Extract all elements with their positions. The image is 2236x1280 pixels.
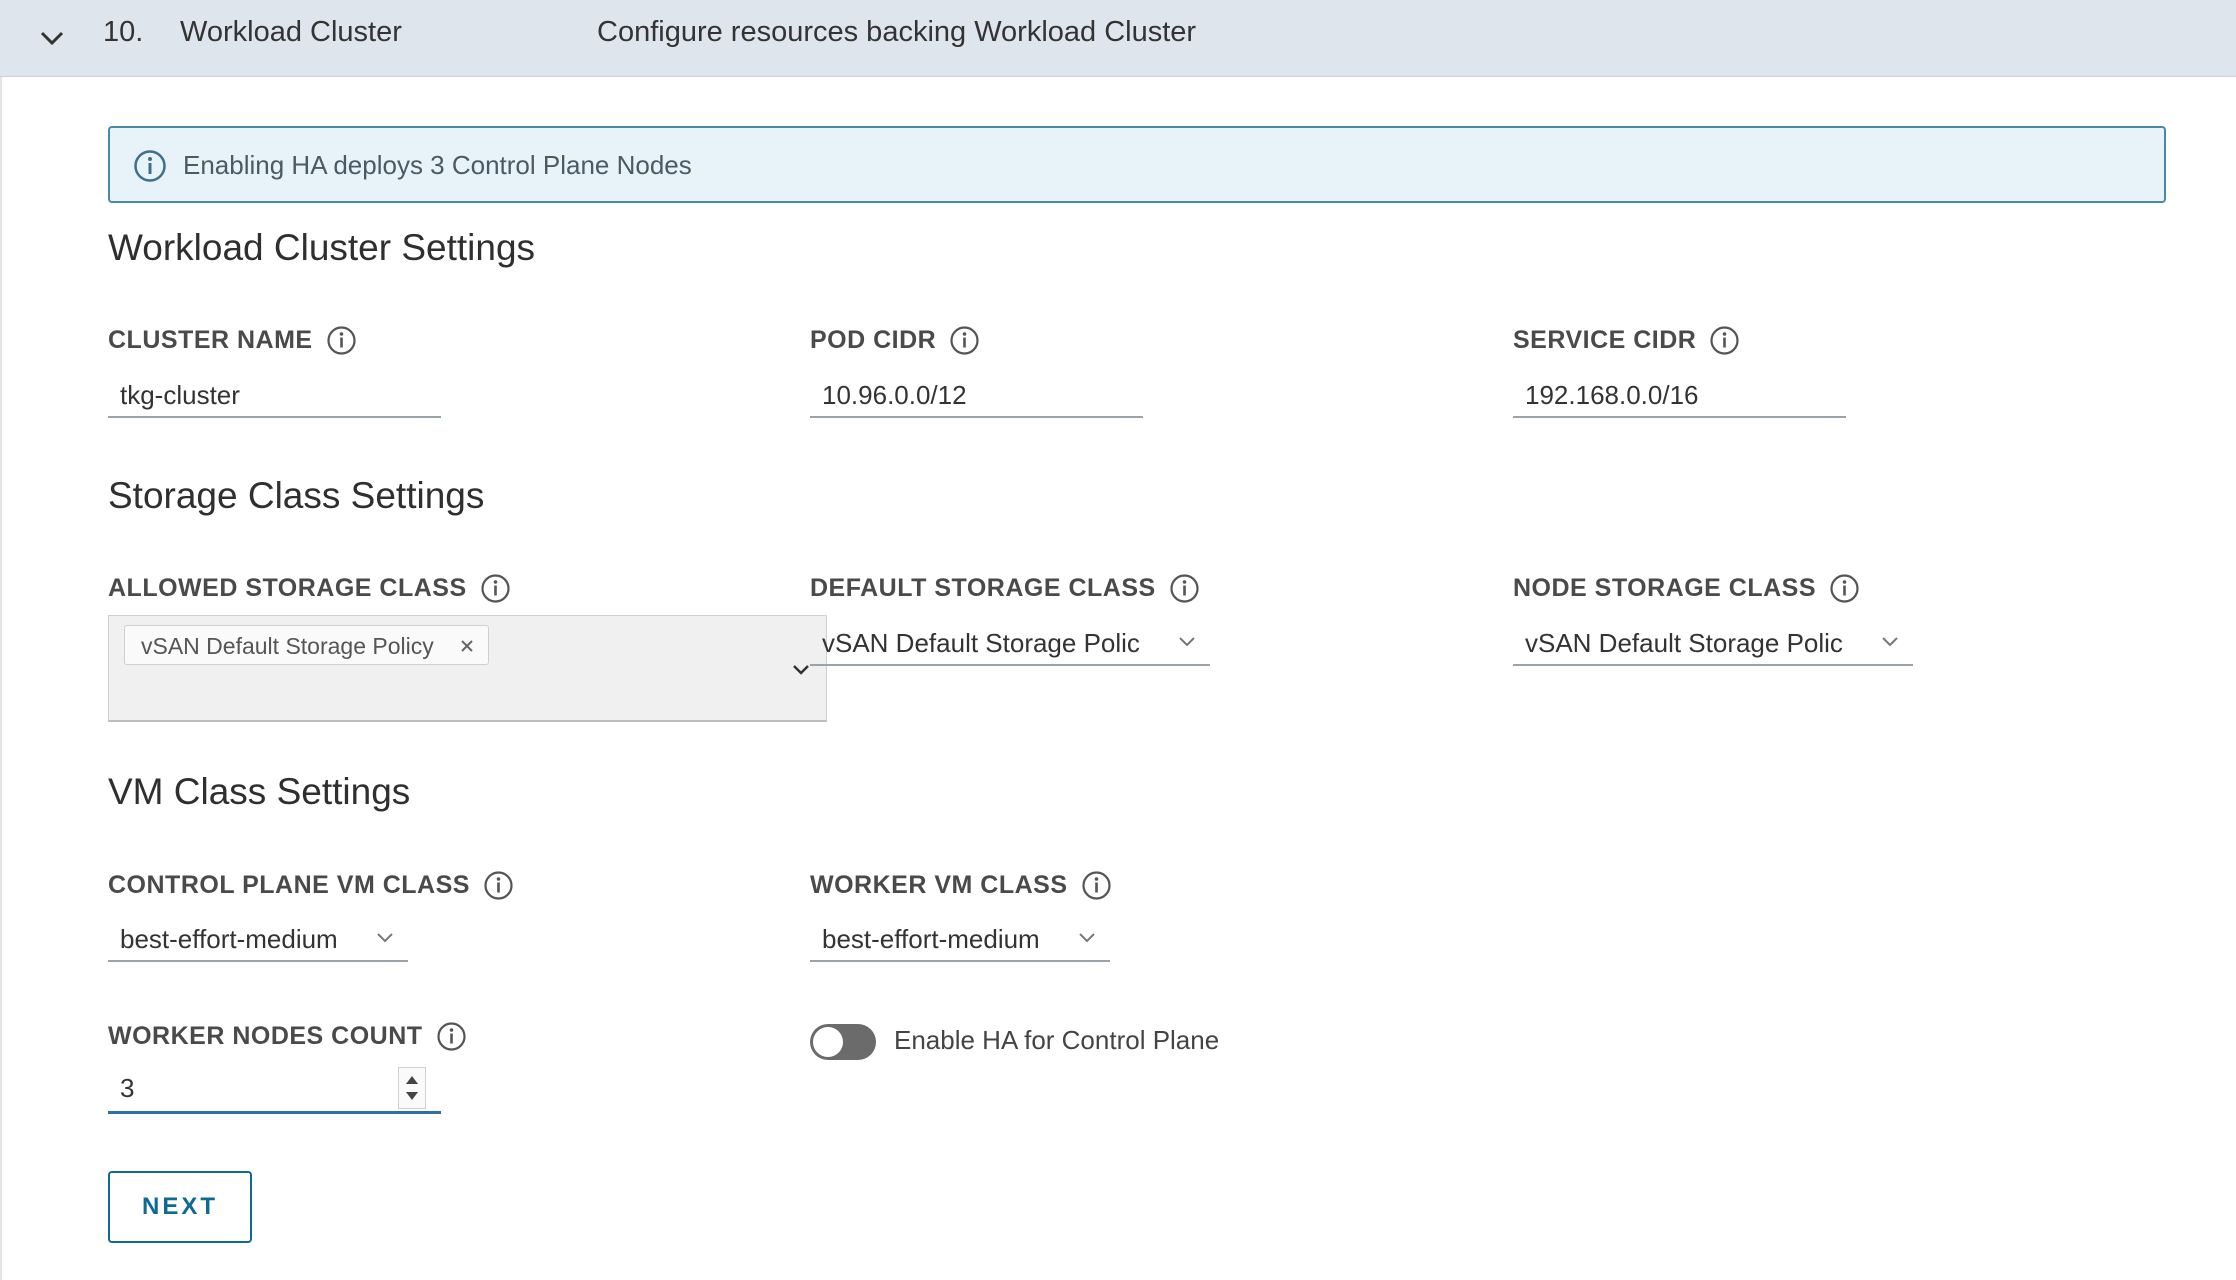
info-tooltip-icon[interactable] — [949, 325, 980, 356]
cluster-name-label: CLUSTER NAME — [108, 325, 357, 356]
allowed-storage-label-text: ALLOWED STORAGE CLASS — [108, 574, 467, 602]
default-storage-select[interactable]: vSAN Default Storage Polic — [810, 620, 1210, 666]
control-plane-vm-value: best-effort-medium — [120, 924, 338, 954]
pod-cidr-input[interactable]: 10.96.0.0/12 — [810, 372, 1143, 418]
storage-chip: vSAN Default Storage Policy — [124, 625, 489, 665]
worker-nodes-label: WORKER NODES COUNT — [108, 1021, 467, 1052]
worker-nodes-label-text: WORKER NODES COUNT — [108, 1022, 423, 1050]
info-tooltip-icon[interactable] — [1709, 325, 1740, 356]
info-tooltip-icon[interactable] — [483, 870, 514, 901]
info-tooltip-icon[interactable] — [1081, 870, 1112, 901]
step-number: 10. — [103, 16, 144, 48]
ha-toggle-switch[interactable] — [810, 1024, 876, 1060]
toggle-knob — [813, 1027, 843, 1057]
step-header[interactable]: 10. Workload Cluster Configure resources… — [0, 0, 2236, 77]
info-tooltip-icon[interactable] — [480, 573, 511, 604]
chevron-down-icon[interactable] — [792, 664, 810, 676]
alert-message: Enabling HA deploys 3 Control Plane Node… — [183, 150, 692, 180]
step-description: Configure resources backing Workload Clu… — [597, 16, 1197, 48]
control-plane-vm-select[interactable]: best-effort-medium — [108, 916, 408, 962]
pod-cidr-value: 10.96.0.0/12 — [822, 380, 967, 410]
info-tooltip-icon[interactable] — [436, 1021, 467, 1052]
cluster-name-input[interactable]: tkg-cluster — [108, 372, 441, 418]
worker-nodes-value: 3 — [120, 1073, 135, 1103]
info-icon — [134, 150, 166, 182]
chevron-down-icon — [1079, 933, 1095, 943]
info-tooltip-icon[interactable] — [1169, 573, 1200, 604]
default-storage-label: DEFAULT STORAGE CLASS — [810, 573, 1200, 604]
chevron-down-icon — [377, 933, 393, 943]
node-storage-value: vSAN Default Storage Polic — [1525, 628, 1843, 658]
chevron-down-icon[interactable] — [38, 26, 66, 50]
spinner-arrows-icon[interactable] — [398, 1067, 426, 1109]
storage-chip-label: vSAN Default Storage Policy — [141, 633, 434, 659]
storage-settings-title: Storage Class Settings — [108, 475, 485, 516]
cluster-settings-title: Workload Cluster Settings — [108, 227, 536, 268]
close-icon[interactable] — [460, 639, 474, 653]
chevron-down-icon — [1179, 637, 1195, 647]
worker-vm-value: best-effort-medium — [822, 924, 1040, 954]
vm-settings-title: VM Class Settings — [108, 771, 411, 812]
left-divider — [0, 77, 2, 1280]
control-plane-vm-label: CONTROL PLANE VM CLASS — [108, 870, 514, 901]
next-button[interactable]: NEXT — [108, 1171, 252, 1243]
service-cidr-input[interactable]: 192.168.0.0/16 — [1513, 372, 1846, 418]
chevron-down-icon — [1882, 637, 1898, 647]
pod-cidr-label-text: POD CIDR — [810, 326, 937, 354]
allowed-storage-multiselect[interactable]: vSAN Default Storage Policy — [108, 615, 827, 722]
cluster-name-label-text: CLUSTER NAME — [108, 326, 313, 354]
control-plane-vm-label-text: CONTROL PLANE VM CLASS — [108, 871, 470, 899]
node-storage-label-text: NODE STORAGE CLASS — [1513, 574, 1817, 602]
step-title: Workload Cluster — [180, 16, 402, 48]
service-cidr-label-text: SERVICE CIDR — [1513, 326, 1697, 354]
info-alert: Enabling HA deploys 3 Control Plane Node… — [108, 126, 2166, 203]
default-storage-label-text: DEFAULT STORAGE CLASS — [810, 574, 1156, 602]
service-cidr-value: 192.168.0.0/16 — [1525, 380, 1699, 410]
worker-nodes-stepper[interactable]: 3 — [108, 1063, 441, 1114]
worker-vm-label-text: WORKER VM CLASS — [810, 871, 1068, 899]
service-cidr-label: SERVICE CIDR — [1513, 325, 1740, 356]
info-tooltip-icon[interactable] — [1829, 573, 1860, 604]
cluster-name-value: tkg-cluster — [120, 380, 240, 410]
info-tooltip-icon[interactable] — [326, 325, 357, 356]
default-storage-value: vSAN Default Storage Polic — [822, 628, 1140, 658]
worker-vm-select[interactable]: best-effort-medium — [810, 916, 1110, 962]
ha-toggle-label: Enable HA for Control Plane — [894, 1025, 1220, 1055]
node-storage-label: NODE STORAGE CLASS — [1513, 573, 1860, 604]
pod-cidr-label: POD CIDR — [810, 325, 980, 356]
allowed-storage-label: ALLOWED STORAGE CLASS — [108, 573, 511, 604]
worker-vm-label: WORKER VM CLASS — [810, 870, 1112, 901]
node-storage-select[interactable]: vSAN Default Storage Polic — [1513, 620, 1913, 666]
